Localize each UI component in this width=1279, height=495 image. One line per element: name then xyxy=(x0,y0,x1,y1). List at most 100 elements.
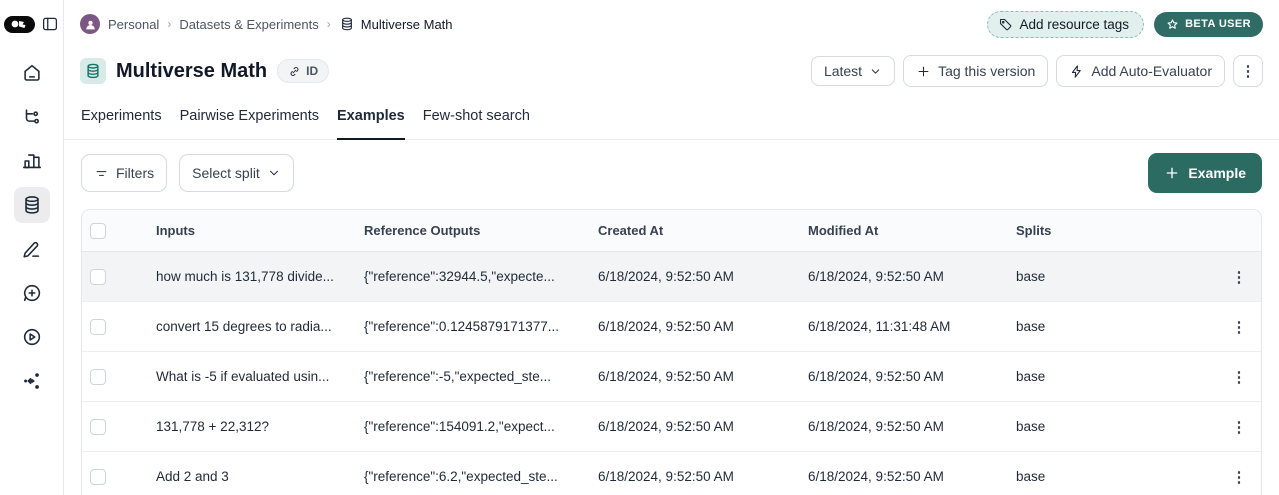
link-icon xyxy=(288,65,301,78)
sidebar-item-prompts[interactable] xyxy=(14,275,50,311)
cell-splits: base xyxy=(1016,469,1217,484)
column-header-inputs[interactable]: Inputs xyxy=(156,223,364,238)
row-menu-button[interactable]: ⋮ xyxy=(1217,368,1261,386)
play-circle-icon xyxy=(21,326,43,348)
beta-user-label: BETA USER xyxy=(1185,18,1251,30)
beta-user-badge: BETA USER xyxy=(1154,12,1263,37)
langsmith-logo-icon[interactable] xyxy=(4,16,35,33)
cell-reference-outputs: {"reference":6.2,"expected_ste... xyxy=(364,469,598,484)
breadcrumb-current-label: Multiverse Math xyxy=(361,17,453,32)
table-row[interactable]: Add 2 and 3 {"reference":6.2,"expected_s… xyxy=(82,452,1261,495)
cell-modified-at: 6/18/2024, 11:31:48 AM xyxy=(808,319,1016,334)
sidebar-item-tracing[interactable] xyxy=(14,99,50,135)
cell-splits: base xyxy=(1016,269,1217,284)
sidebar-collapse-icon[interactable] xyxy=(41,15,59,33)
lightning-icon xyxy=(1069,64,1084,79)
filter-icon xyxy=(94,166,109,181)
row-menu-button[interactable]: ⋮ xyxy=(1217,268,1261,286)
cell-reference-outputs: {"reference":32944.5,"expecte... xyxy=(364,269,598,284)
title-bar: Multiverse Math ID Latest Tag this versi… xyxy=(64,48,1279,94)
cell-modified-at: 6/18/2024, 9:52:50 AM xyxy=(808,269,1016,284)
plus-icon xyxy=(916,64,931,79)
sidebar-item-deployments[interactable] xyxy=(14,363,50,399)
examples-table: Inputs Reference Outputs Created At Modi… xyxy=(81,209,1262,495)
deployments-icon xyxy=(21,370,43,392)
version-label: Latest xyxy=(824,63,862,79)
column-header-created-at[interactable]: Created At xyxy=(598,223,808,238)
tag-this-version-button[interactable]: Tag this version xyxy=(903,55,1048,87)
cell-reference-outputs: {"reference":0.1245879171377... xyxy=(364,319,598,334)
row-menu-button[interactable]: ⋮ xyxy=(1217,318,1261,336)
tab-examples[interactable]: Examples xyxy=(337,94,405,140)
cell-modified-at: 6/18/2024, 9:52:50 AM xyxy=(808,419,1016,434)
cell-splits: base xyxy=(1016,419,1217,434)
id-label: ID xyxy=(306,64,318,78)
select-all-checkbox[interactable] xyxy=(90,223,106,239)
pencil-icon xyxy=(21,238,43,260)
cell-created-at: 6/18/2024, 9:52:50 AM xyxy=(598,319,808,334)
tracing-flow-icon xyxy=(21,106,43,128)
main-area: Personal › Datasets & Experiments › Mult… xyxy=(64,0,1279,495)
version-dropdown[interactable]: Latest xyxy=(811,56,895,86)
home-icon xyxy=(21,62,43,84)
cell-splits: base xyxy=(1016,319,1217,334)
table-row[interactable]: how much is 131,778 divide... {"referenc… xyxy=(82,252,1261,302)
tab-few-shot-search[interactable]: Few-shot search xyxy=(423,94,530,140)
row-checkbox[interactable] xyxy=(90,469,106,485)
add-auto-evaluator-button[interactable]: Add Auto-Evaluator xyxy=(1056,55,1225,87)
copy-id-button[interactable]: ID xyxy=(277,59,329,83)
sidebar-item-home[interactable] xyxy=(14,55,50,91)
filters-button[interactable]: Filters xyxy=(81,154,167,192)
chat-plus-icon xyxy=(21,282,43,304)
chevron-down-icon xyxy=(267,166,281,180)
examples-panel: Filters Select split Example Inputs xyxy=(64,140,1279,495)
page-title: Multiverse Math xyxy=(116,60,267,83)
plus-icon xyxy=(1164,165,1180,181)
cell-created-at: 6/18/2024, 9:52:50 AM xyxy=(598,269,808,284)
cell-reference-outputs: {"reference":154091.2,"expect... xyxy=(364,419,598,434)
row-menu-button[interactable]: ⋮ xyxy=(1217,468,1261,486)
top-bar: Personal › Datasets & Experiments › Mult… xyxy=(64,0,1279,48)
table-header-row: Inputs Reference Outputs Created At Modi… xyxy=(82,210,1261,252)
cell-inputs: how much is 131,778 divide... xyxy=(156,269,364,284)
cell-modified-at: 6/18/2024, 9:52:50 AM xyxy=(808,469,1016,484)
chevron-right-icon: › xyxy=(167,17,171,31)
cell-inputs: 131,778 + 22,312? xyxy=(156,419,364,434)
tab-bar: Experiments Pairwise Experiments Example… xyxy=(64,94,1279,140)
add-resource-tags-label: Add resource tags xyxy=(1020,17,1130,32)
bar-chart-icon xyxy=(21,150,43,172)
column-header-modified-at[interactable]: Modified At xyxy=(808,223,1016,238)
tab-experiments[interactable]: Experiments xyxy=(81,94,162,140)
row-checkbox[interactable] xyxy=(90,369,106,385)
breadcrumb-section[interactable]: Datasets & Experiments xyxy=(179,17,318,32)
more-options-button[interactable]: ⋮ xyxy=(1233,55,1263,87)
tab-pairwise-experiments[interactable]: Pairwise Experiments xyxy=(180,94,319,140)
row-checkbox[interactable] xyxy=(90,419,106,435)
select-split-dropdown[interactable]: Select split xyxy=(179,154,294,192)
row-menu-button[interactable]: ⋮ xyxy=(1217,418,1261,436)
sidebar-item-playground[interactable] xyxy=(14,319,50,355)
filters-label: Filters xyxy=(116,165,154,181)
add-resource-tags-button[interactable]: Add resource tags xyxy=(987,11,1145,38)
cell-created-at: 6/18/2024, 9:52:50 AM xyxy=(598,369,808,384)
table-row[interactable]: convert 15 degrees to radia... {"referen… xyxy=(82,302,1261,352)
breadcrumb-current[interactable]: Multiverse Math xyxy=(339,16,453,32)
cell-inputs: What is -5 if evaluated usin... xyxy=(156,369,364,384)
sidebar-item-annotation-queues[interactable] xyxy=(14,231,50,267)
table-row[interactable]: 131,778 + 22,312? {"reference":154091.2,… xyxy=(82,402,1261,452)
workspace-avatar[interactable] xyxy=(80,14,100,34)
row-checkbox[interactable] xyxy=(90,269,106,285)
breadcrumb-workspace[interactable]: Personal xyxy=(108,17,159,32)
sidebar-item-datasets[interactable] xyxy=(14,187,50,223)
app-window: Personal › Datasets & Experiments › Mult… xyxy=(0,0,1279,495)
tag-icon xyxy=(998,17,1013,32)
cell-reference-outputs: {"reference":-5,"expected_ste... xyxy=(364,369,598,384)
sidebar-item-monitoring[interactable] xyxy=(14,143,50,179)
filter-row: Filters Select split Example xyxy=(81,153,1262,193)
database-icon xyxy=(21,194,43,216)
row-checkbox[interactable] xyxy=(90,319,106,335)
add-example-button[interactable]: Example xyxy=(1148,153,1262,193)
table-row[interactable]: What is -5 if evaluated usin... {"refere… xyxy=(82,352,1261,402)
column-header-reference-outputs[interactable]: Reference Outputs xyxy=(364,223,598,238)
column-header-splits[interactable]: Splits xyxy=(1016,223,1217,238)
